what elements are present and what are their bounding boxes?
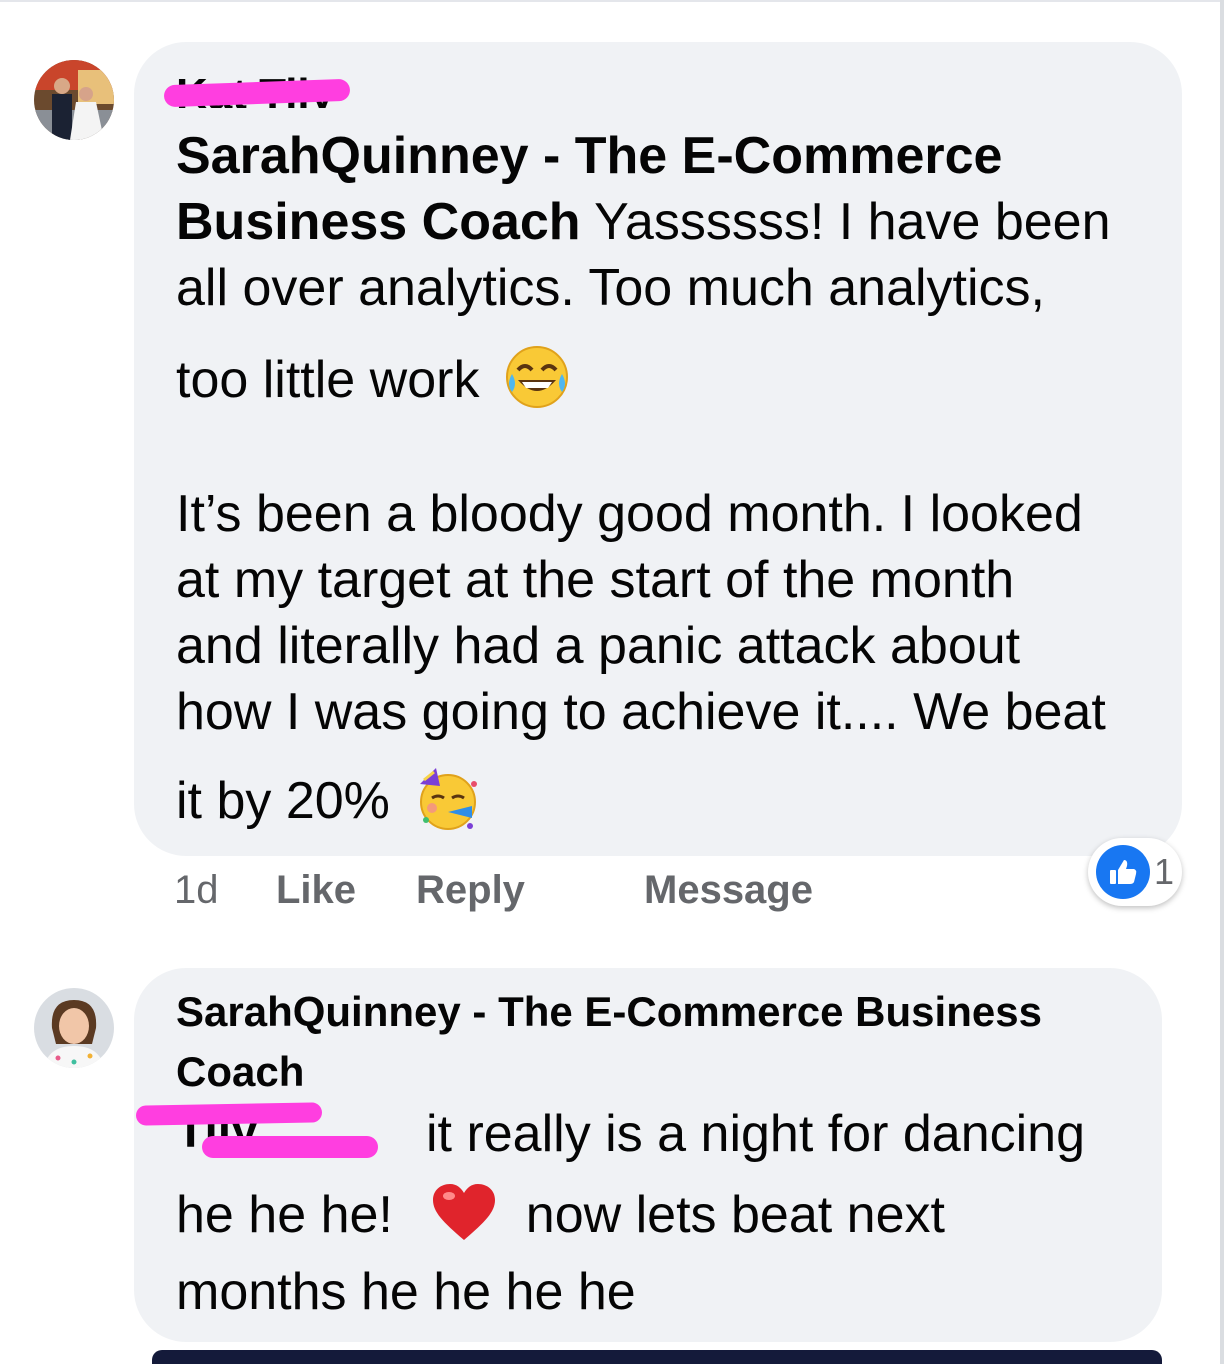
reply-text: now lets beat next [525,1186,945,1245]
red-heart-icon [431,1182,497,1255]
reaction-count: 1 [1154,851,1175,892]
redaction-mark [202,1136,378,1158]
comment-text-line: too little work [176,344,570,423]
reply-button[interactable]: Reply [416,864,525,916]
redaction-mark [135,1102,323,1126]
reply-text: months he he he he [176,1263,636,1321]
next-comment-preview [152,1350,1162,1364]
thumbs-up-icon [1096,845,1150,899]
like-button[interactable]: Like [276,864,356,916]
comment-text: all over analytics. Too much analytics, [176,259,1045,317]
comment-text-line: it by 20% [176,764,482,845]
comment-timestamp[interactable]: 1d [174,864,219,916]
right-border [1220,0,1224,1364]
reply-text: it really is a night for dancing [426,1105,1086,1163]
reply-author-name[interactable]: Coach [176,1042,304,1102]
comment-text: and literally had a panic attack about [176,617,1021,675]
top-divider [0,0,1224,2]
reaction-summary[interactable]: 1 [1088,838,1182,906]
message-button[interactable]: Message [644,864,813,916]
reply-text: he he he! [176,1186,393,1245]
comment-text: at my target at the start of the month [176,551,1015,609]
comment-text: It’s been a bloody good month. I looked [176,485,1083,543]
comment-text: Yassssss! I have been [594,193,1111,251]
comment-text: it by 20% [176,772,390,831]
comment-text: how I was going to achieve it.... We bea… [176,683,1106,741]
comment-bubble: Kat Tily SarahQuinney - The E-Commerce B… [134,42,1182,856]
reply-bubble: SarahQuinney - The E-Commerce Business C… [134,968,1162,1342]
comment-text: too little work [176,351,480,410]
commenter-avatar[interactable] [34,60,114,140]
comment-actions: 1d Like Reply Message [0,864,1224,916]
commenter-avatar[interactable] [34,988,114,1068]
comment-text-line: Business Coach Yassssss! I have been [176,192,1111,252]
reply-text-line: he he he! now lets beat next [176,1182,945,1255]
reply-author-name[interactable]: SarahQuinney - The E-Commerce Business [176,982,1042,1042]
comment-author-name[interactable]: Business Coach [176,193,581,251]
face-with-tears-of-joy-icon [504,344,570,423]
partying-face-icon [414,764,482,845]
comment-author-name[interactable]: SarahQuinney - The E-Commerce [176,126,1002,186]
